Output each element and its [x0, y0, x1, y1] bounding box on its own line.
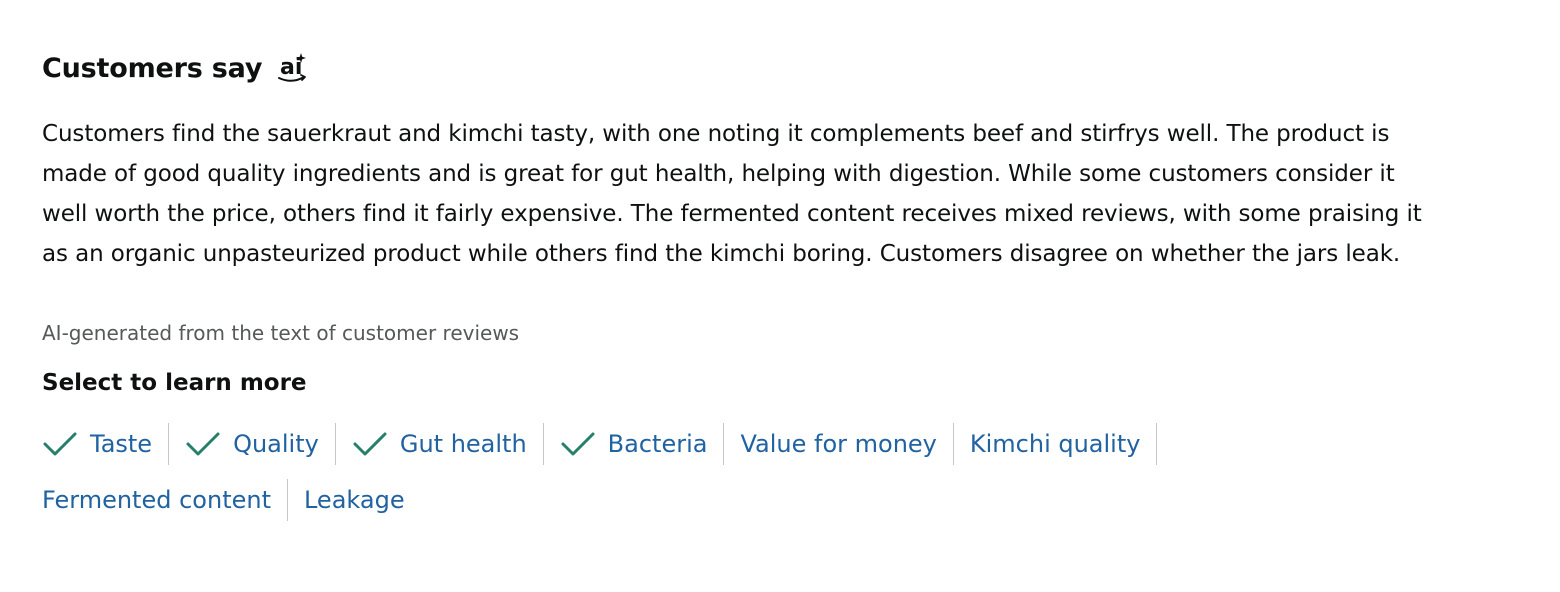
aspect-chip-kimchi-quality[interactable]: Kimchi quality [954, 423, 1158, 465]
chip-row: Taste Quality Gut health Bacteria Value … [42, 420, 1242, 468]
check-icon [353, 432, 387, 456]
chip-row: Fermented content Leakage [42, 476, 1242, 524]
section-title: Customers say [42, 52, 263, 84]
chip-label: Bacteria [607, 430, 708, 458]
aspect-chip-value-for-money[interactable]: Value for money [724, 423, 954, 465]
chip-label: Value for money [740, 430, 937, 458]
check-icon [43, 432, 77, 456]
aspect-chip-leakage[interactable]: Leakage [288, 479, 421, 521]
aspect-chip-gut-health[interactable]: Gut health [336, 423, 544, 465]
chip-label: Gut health [399, 430, 527, 458]
chip-label: Taste [90, 430, 153, 458]
chip-label: Leakage [303, 486, 405, 514]
ai-sparkle-icon: ai [278, 53, 307, 82]
chip-label: Fermented content [42, 486, 271, 514]
review-summary: Customers find the sauerkraut and kimchi… [42, 121, 1422, 267]
learn-more-heading: Select to learn more [42, 370, 307, 396]
ai-disclaimer: AI-generated from the text of customer r… [42, 321, 520, 345]
section-heading: Customers say ai [42, 50, 310, 86]
check-icon [186, 432, 220, 456]
aspect-chips: Taste Quality Gut health Bacteria Value … [42, 420, 1242, 532]
aspect-chip-bacteria[interactable]: Bacteria [544, 423, 725, 465]
chip-label: Quality [233, 430, 319, 458]
aspect-chip-quality[interactable]: Quality [169, 423, 336, 465]
chip-label: Kimchi quality [969, 430, 1141, 458]
aspect-chip-fermented-content[interactable]: Fermented content [42, 479, 288, 521]
aspect-chip-taste[interactable]: Taste [42, 423, 170, 465]
check-icon [561, 432, 595, 456]
